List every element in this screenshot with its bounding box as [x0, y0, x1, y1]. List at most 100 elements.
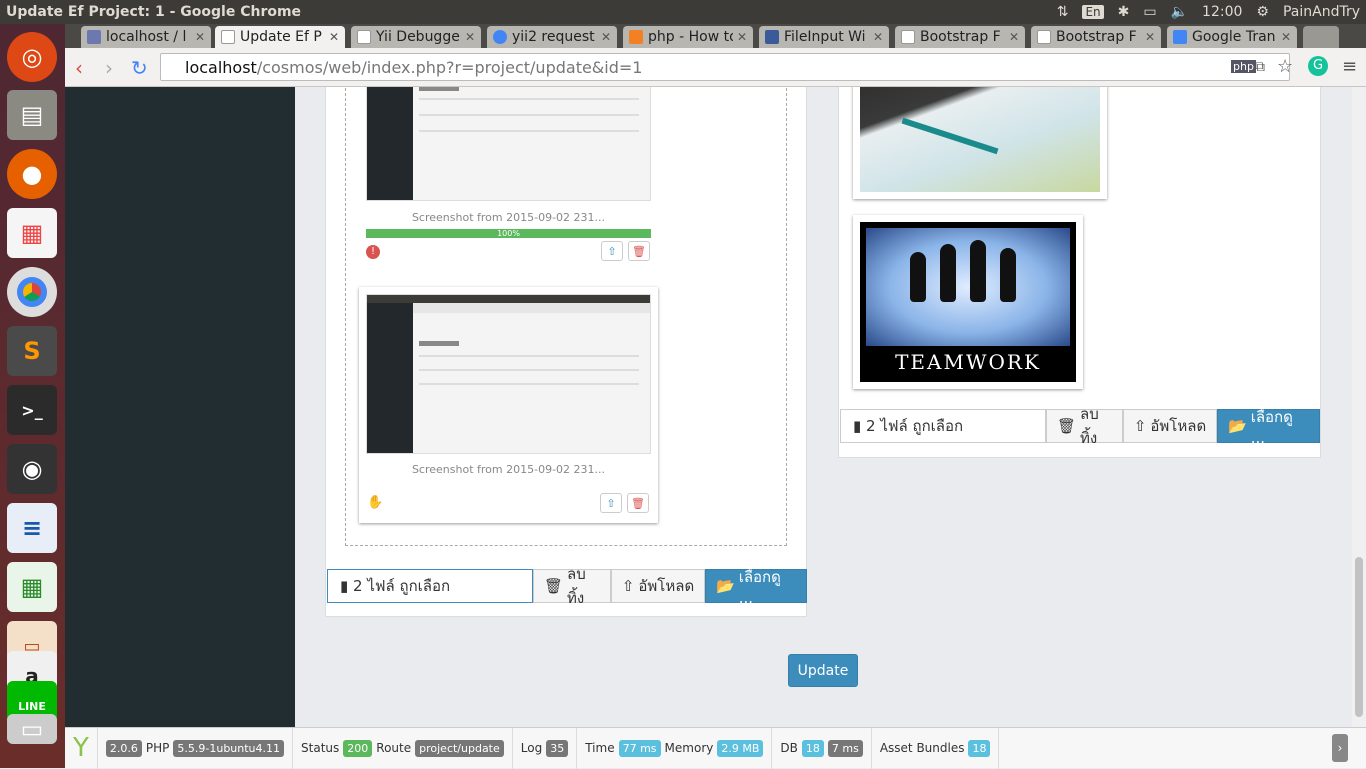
upload-file-button[interactable]: ⇧	[601, 241, 623, 261]
yii-version-badge: 2.0.6	[105, 739, 142, 757]
page-scrollbar[interactable]	[1352, 87, 1366, 727]
close-icon[interactable]: ✕	[1281, 30, 1291, 44]
debug-profiling-segment[interactable]: Time 77 ms Memory 2.9 MB	[577, 727, 773, 769]
tab-8[interactable]: Google Tran ✕	[1167, 26, 1297, 48]
file-caption-text: 2 ไฟล์ ถูกเลือก	[866, 417, 964, 435]
tab-label: Google Tran	[1192, 29, 1276, 45]
reload-button[interactable]: ↻	[131, 56, 148, 80]
file-caption[interactable]: ▮ 2 ไฟล์ ถูกเลือก	[327, 569, 533, 603]
tab-label: Bootstrap F	[1056, 29, 1137, 45]
firefox-icon[interactable]: ●	[7, 149, 57, 199]
teamwork-poster-image: TEAMWORK	[860, 222, 1076, 382]
webcam-icon[interactable]: ◉	[7, 444, 57, 494]
file-caption[interactable]: ▮ 2 ไฟล์ ถูกเลือก	[840, 409, 1046, 443]
keyboard-indicator[interactable]: En	[1082, 5, 1104, 19]
stackoverflow-icon	[629, 30, 643, 44]
software-center-icon[interactable]: ▦	[7, 208, 57, 258]
window-title: Update Ef Project: 1 - Google Chrome	[6, 4, 302, 20]
debug-log-segment[interactable]: Log 35	[513, 727, 578, 769]
sublime-text-icon[interactable]: S	[7, 326, 57, 376]
bluetooth-icon[interactable]: ✱	[1118, 4, 1130, 20]
update-button[interactable]: Update	[788, 654, 858, 687]
close-icon[interactable]: ✕	[1009, 30, 1019, 44]
calc-icon[interactable]: ▦	[7, 562, 57, 612]
trash-icon: 🗑	[632, 244, 646, 258]
close-icon[interactable]: ✕	[601, 30, 611, 44]
right-upload-panel: TEAMWORK ▮ 2 ไฟล์ ถูกเลือก 🗑 ลบทิ้ง ⇧ อัพโ…	[838, 87, 1321, 458]
toolbar-toggle-button[interactable]: ›	[1332, 734, 1348, 762]
trash-icon[interactable]: ▭	[7, 714, 57, 744]
tab-7[interactable]: Bootstrap F ✕	[1031, 26, 1161, 48]
folder-open-icon: 📂	[716, 577, 735, 595]
system-top-bar: Update Ef Project: 1 - Google Chrome ⇅ E…	[0, 0, 1366, 24]
url-bar[interactable]: localhost/cosmos/web/index.php?r=project…	[160, 53, 1290, 81]
tab-label: Update Ef P	[240, 29, 322, 45]
log-label: Log	[520, 741, 543, 755]
remove-button[interactable]: 🗑 ลบทิ้ง	[1046, 405, 1123, 447]
grammarly-icon[interactable]: G	[1308, 56, 1328, 76]
close-icon[interactable]: ✕	[1145, 30, 1155, 44]
route-badge: project/update	[415, 739, 504, 757]
upload-file-button[interactable]: ⇧	[600, 493, 622, 513]
tab-0[interactable]: localhost / l ✕	[81, 26, 211, 48]
scrollbar-thumb[interactable]	[1355, 557, 1363, 717]
yii-logo[interactable]: Y	[65, 727, 98, 769]
debug-assets-segment[interactable]: Asset Bundles 18	[872, 727, 1000, 769]
page-favicon-icon	[901, 30, 915, 44]
browse-button[interactable]: 📂 เลือกดู ...	[705, 568, 807, 607]
close-icon[interactable]: ✕	[465, 30, 475, 44]
browse-button[interactable]: 📂 เลือกดู ...	[1217, 408, 1320, 447]
time-label: Time	[585, 741, 615, 755]
delete-file-button[interactable]: 🗑	[627, 493, 649, 513]
debug-version-segment[interactable]: 2.0.6 PHP 5.5.9-1ubuntu4.11	[98, 727, 294, 769]
upload-button[interactable]: ⇧ อัพโหลด	[1123, 409, 1217, 443]
network-icon[interactable]: ⇅	[1057, 4, 1069, 20]
launcher: ◎ ▤ ● ▦ S >_ ◉ ≡ ▦ ▭ a LINE ▭	[0, 24, 65, 768]
clock[interactable]: 12:00	[1202, 4, 1242, 20]
battery-icon[interactable]: ▭	[1143, 4, 1156, 20]
debug-request-segment[interactable]: Status 200 Route project/update	[293, 727, 513, 769]
user-name[interactable]: PainAndTry	[1283, 4, 1360, 20]
close-icon[interactable]: ✕	[195, 30, 205, 44]
debug-db-segment[interactable]: DB 18 7 ms	[772, 727, 872, 769]
remove-button[interactable]: 🗑 ลบทิ้ง	[533, 565, 611, 607]
delete-file-button[interactable]: 🗑	[628, 241, 650, 261]
back-button[interactable]: ‹	[75, 56, 83, 80]
tab-5[interactable]: FileInput Wi ✕	[759, 26, 889, 48]
bookmark-star-icon[interactable]: ☆	[1277, 56, 1293, 77]
gear-icon[interactable]: ⚙	[1256, 4, 1269, 20]
preview-thumbnail	[366, 87, 651, 201]
translate-extension-icon[interactable]: ⧉	[1255, 59, 1265, 75]
upload-button[interactable]: ⇧ อัพโหลด	[611, 569, 705, 603]
left-upload-panel: Screenshot from 2015-09-02 231... 100% !…	[325, 87, 807, 617]
terminal-icon[interactable]: >_	[7, 385, 57, 435]
tab-label: FileInput Wi	[784, 29, 866, 45]
db-label: DB	[780, 741, 798, 755]
page-viewport: Screenshot from 2015-09-02 231... 100% !…	[65, 87, 1352, 727]
forward-button[interactable]: ›	[105, 56, 113, 80]
close-icon[interactable]: ✕	[873, 30, 883, 44]
file-input-group: ▮ 2 ไฟล์ ถูกเลือก 🗑 ลบทิ้ง ⇧ อัพโหลด 📂 เลือ…	[327, 565, 807, 607]
tab-3[interactable]: yii2 request ✕	[487, 26, 617, 48]
assets-badge: 18	[968, 739, 991, 757]
page-favicon-icon	[221, 30, 235, 44]
upload-label: อัพโหลด	[1150, 417, 1207, 435]
tab-6[interactable]: Bootstrap F ✕	[895, 26, 1025, 48]
chrome-icon[interactable]	[7, 267, 57, 317]
tab-1[interactable]: Update Ef P ✕	[215, 26, 345, 48]
memory-badge: 2.9 MB	[717, 739, 764, 757]
files-icon[interactable]: ▤	[7, 90, 57, 140]
ubuntu-dash-icon[interactable]: ◎	[7, 32, 57, 82]
tab-strip: localhost / l ✕ Update Ef P ✕ Yii Debugg…	[65, 24, 1366, 48]
tab-2[interactable]: Yii Debugge ✕	[351, 26, 481, 48]
new-tab-button[interactable]	[1303, 26, 1339, 48]
menu-icon[interactable]: ≡	[1342, 56, 1357, 77]
volume-icon[interactable]: 🔈	[1171, 4, 1188, 20]
php-extension-icon[interactable]: php	[1231, 60, 1256, 73]
tab-4[interactable]: php - How to ✕	[623, 26, 753, 48]
close-icon[interactable]: ✕	[737, 30, 747, 44]
writer-icon[interactable]: ≡	[7, 503, 57, 553]
error-icon: !	[366, 245, 380, 259]
yii-logo-icon: Y	[73, 733, 89, 763]
close-icon[interactable]: ✕	[329, 30, 339, 44]
